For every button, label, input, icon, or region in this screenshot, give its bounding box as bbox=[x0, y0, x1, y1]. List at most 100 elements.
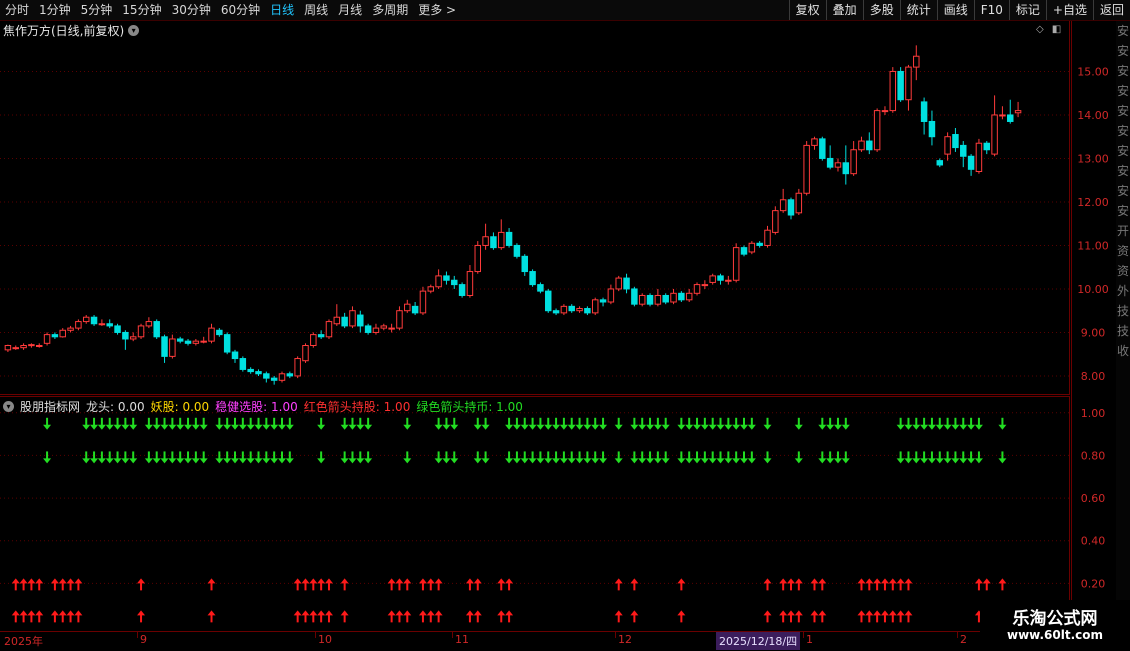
arrow-head bbox=[818, 578, 827, 584]
candle-body bbox=[944, 136, 951, 155]
toolbar-button[interactable]: +自选 bbox=[1045, 0, 1093, 20]
green-sell-arrow bbox=[599, 417, 608, 430]
arrow-head bbox=[786, 578, 795, 584]
period-tab[interactable]: 5分钟 bbox=[76, 0, 118, 20]
arrow-head bbox=[418, 610, 427, 616]
arrow-head bbox=[168, 424, 177, 430]
arrow-head bbox=[677, 458, 686, 464]
side-strip-char: 资 bbox=[1116, 264, 1129, 278]
toolbar-button[interactable]: 叠加 bbox=[825, 0, 863, 20]
chevron-down-icon[interactable]: ▾ bbox=[3, 401, 14, 412]
arrow-head bbox=[912, 424, 921, 430]
candle-body bbox=[732, 247, 740, 281]
green-sell-arrow bbox=[403, 451, 412, 464]
arrow-head bbox=[904, 610, 913, 616]
indicator-chart[interactable] bbox=[0, 396, 1070, 630]
arrow-head bbox=[638, 424, 647, 430]
side-strip-char: 安 bbox=[1116, 64, 1129, 78]
green-sell-arrow bbox=[732, 417, 741, 430]
arrow-head bbox=[708, 458, 717, 464]
red-hold-arrow bbox=[426, 610, 435, 623]
arrow-head bbox=[301, 610, 310, 616]
green-sell-arrow bbox=[841, 417, 850, 430]
date-tick bbox=[137, 632, 138, 638]
diamond-icon[interactable]: ◇ bbox=[1036, 24, 1044, 35]
candle-body bbox=[184, 340, 192, 344]
chevron-down-icon[interactable]: ▾ bbox=[128, 25, 140, 36]
period-tab[interactable]: 分时 bbox=[0, 0, 34, 20]
green-sell-arrow bbox=[512, 451, 521, 464]
arrow-head bbox=[465, 578, 474, 584]
period-tab[interactable]: 周线 bbox=[299, 0, 333, 20]
arrow-head bbox=[630, 424, 639, 430]
date-tick bbox=[957, 632, 958, 638]
candle-body bbox=[842, 162, 850, 175]
red-hold-arrow bbox=[873, 578, 882, 591]
period-tab[interactable]: 日线 bbox=[265, 0, 299, 20]
arrow-head bbox=[238, 458, 247, 464]
arrow-head bbox=[254, 424, 263, 430]
period-tab[interactable]: 月线 bbox=[333, 0, 367, 20]
green-sell-arrow bbox=[630, 417, 639, 430]
green-sell-arrow bbox=[246, 417, 255, 430]
candle-body bbox=[552, 310, 560, 314]
arrow-head bbox=[497, 610, 506, 616]
date-axis: 2025年 9 10 11 12 1 2 bbox=[0, 631, 1070, 651]
candle-body bbox=[482, 236, 489, 246]
arrow-head bbox=[356, 458, 365, 464]
candle-body bbox=[427, 286, 435, 292]
red-hold-arrow bbox=[888, 578, 897, 591]
green-sell-arrow bbox=[974, 417, 983, 430]
red-hold-arrow bbox=[207, 578, 216, 591]
candle-body bbox=[67, 327, 74, 331]
period-tab[interactable]: 30分钟 bbox=[167, 0, 216, 20]
period-tab[interactable]: 60分钟 bbox=[216, 0, 265, 20]
arrow-head bbox=[481, 424, 490, 430]
toolbar-button[interactable]: F10 bbox=[973, 0, 1009, 20]
side-strip-char: 收 bbox=[1116, 344, 1129, 358]
arrow-head bbox=[434, 458, 443, 464]
candle-body bbox=[286, 373, 294, 377]
green-sell-arrow bbox=[826, 451, 835, 464]
red-hold-arrow bbox=[857, 578, 866, 591]
green-sell-arrow bbox=[724, 417, 733, 430]
date-label: 9 bbox=[140, 633, 147, 646]
red-hold-arrow bbox=[293, 578, 302, 591]
candlestick-chart[interactable] bbox=[0, 21, 1070, 395]
arrow-head bbox=[552, 424, 561, 430]
toolbar-button[interactable]: 返回 bbox=[1092, 0, 1130, 20]
arrow-head bbox=[121, 424, 130, 430]
toolbar-button[interactable]: 统计 bbox=[899, 0, 937, 20]
green-sell-arrow bbox=[716, 451, 725, 464]
watermark-title: 乐淘公式网 bbox=[1012, 609, 1098, 629]
candle-body bbox=[999, 114, 1006, 117]
arrow-head bbox=[184, 458, 193, 464]
period-tab[interactable]: 1分钟 bbox=[34, 0, 76, 20]
period-tab[interactable]: 多周期 bbox=[367, 0, 413, 20]
green-sell-arrow bbox=[708, 451, 717, 464]
date-tick bbox=[803, 632, 804, 638]
arrow-head bbox=[818, 424, 827, 430]
green-sell-arrow bbox=[520, 417, 529, 430]
red-hold-arrow bbox=[794, 610, 803, 623]
arrow-head bbox=[505, 610, 514, 616]
candle-body bbox=[169, 338, 176, 357]
period-tab[interactable]: 15分钟 bbox=[117, 0, 166, 20]
candle-body bbox=[145, 321, 153, 327]
toolbar-button[interactable]: 画线 bbox=[936, 0, 974, 20]
arrow-head bbox=[199, 458, 208, 464]
maximize-icon[interactable]: ◧ bbox=[1052, 24, 1061, 35]
candle-body bbox=[59, 329, 66, 338]
green-sell-arrow bbox=[285, 451, 294, 464]
toolbar-button[interactable]: 标记 bbox=[1008, 0, 1046, 20]
arrow-head bbox=[833, 424, 842, 430]
arrow-head bbox=[959, 424, 968, 430]
arrow-head bbox=[818, 458, 827, 464]
toolbar-button[interactable]: 复权 bbox=[788, 0, 826, 20]
green-sell-arrow bbox=[552, 417, 561, 430]
period-tab[interactable]: 更多 > bbox=[413, 0, 461, 20]
candle-body bbox=[748, 242, 756, 253]
toolbar-button[interactable]: 多股 bbox=[862, 0, 900, 20]
arrow-head bbox=[520, 458, 529, 464]
green-sell-arrow bbox=[833, 451, 842, 464]
